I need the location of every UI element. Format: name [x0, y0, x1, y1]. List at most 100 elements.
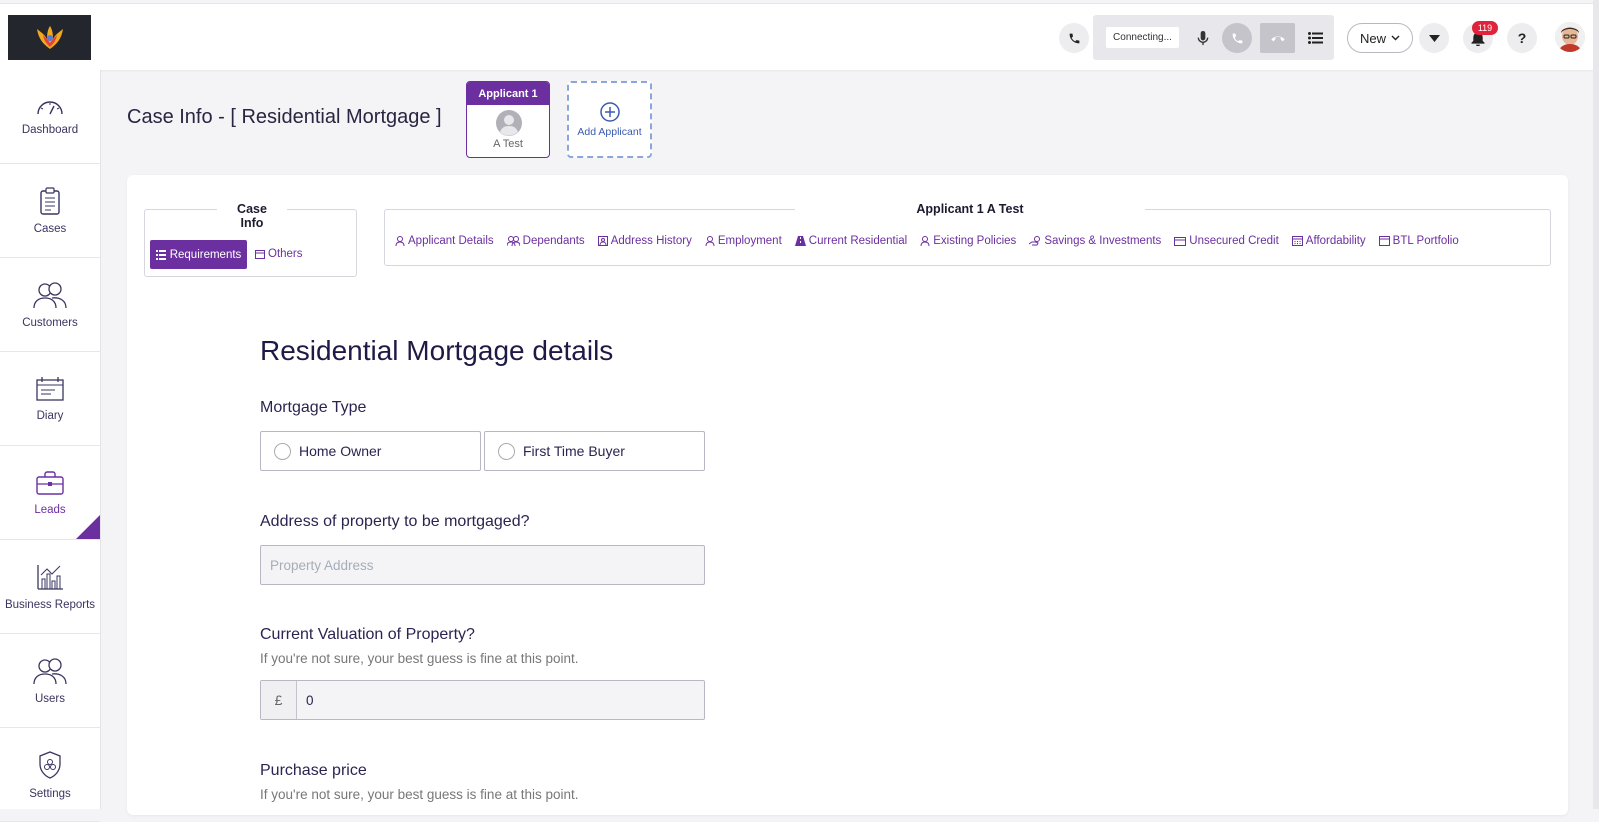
valuation-value: 0: [306, 692, 314, 708]
sidebar-item-label: Cases: [33, 222, 67, 235]
applicant-name: A Test: [493, 138, 523, 150]
tab-dependants[interactable]: Dependants: [506, 235, 585, 247]
coins-hand-icon: [1029, 236, 1041, 246]
tab-requirements-label: Requirements: [169, 248, 242, 261]
tab-existing-policies[interactable]: Existing Policies: [920, 235, 1016, 247]
case-info-legend: Case Info: [217, 202, 287, 230]
sidebar-item-label: Settings: [29, 787, 71, 800]
tab-label: Address History: [610, 235, 692, 247]
tab-requirements[interactable]: Requirements: [150, 240, 247, 269]
tab-label: BTL Portfolio: [1392, 235, 1459, 247]
sidebar-item-customers[interactable]: Customers: [0, 258, 100, 352]
tab-address-history[interactable]: Address History: [597, 235, 692, 247]
case-info-legend-line1: Case: [237, 202, 267, 216]
sidebar-item-dashboard[interactable]: Dashboard: [0, 70, 100, 164]
microphone-icon: [1197, 30, 1209, 45]
help-button[interactable]: ?: [1507, 23, 1537, 53]
list-icon: [1307, 32, 1323, 44]
option-first-time-buyer[interactable]: First Time Buyer: [484, 431, 705, 471]
add-applicant-label: Add Applicant: [577, 125, 642, 138]
diary-icon: [36, 376, 64, 401]
add-applicant-button[interactable]: Add Applicant: [567, 81, 652, 158]
page-scrollbar[interactable]: [1593, 0, 1599, 809]
applicant-card[interactable]: Applicant 1 A Test: [466, 81, 550, 158]
new-dropdown-button[interactable]: New: [1347, 23, 1413, 53]
address-card-icon: [597, 236, 608, 246]
tab-label: Dependants: [522, 235, 585, 247]
address-label: Address of property to be mortgaged?: [260, 513, 530, 530]
option-label: First Time Buyer: [523, 443, 625, 459]
radio-circle[interactable]: [498, 442, 515, 460]
list-icon: [155, 249, 166, 260]
sidebar-item-label: Users: [34, 692, 66, 705]
chevron-down-icon: [1391, 35, 1400, 41]
radio-circle[interactable]: [274, 442, 291, 460]
sidebar-item-label: Leads: [34, 503, 66, 516]
folder-icon: [255, 249, 265, 259]
applicant-card-header: Applicant 1: [467, 82, 549, 105]
property-address-placeholder: Property Address: [270, 557, 374, 573]
sidebar-item-diary[interactable]: Diary: [0, 352, 100, 446]
phone-button[interactable]: [1059, 23, 1089, 53]
tab-current-residential[interactable]: Current Residential: [794, 235, 908, 247]
tab-btl-portfolio[interactable]: BTL Portfolio: [1378, 235, 1459, 247]
answer-call-button[interactable]: [1222, 23, 1252, 53]
tab-affordability[interactable]: Affordability: [1291, 235, 1366, 247]
tab-label: Applicant Details: [408, 235, 494, 247]
user-placeholder-icon: [496, 110, 522, 136]
tab-label: Existing Policies: [933, 235, 1017, 247]
sidebar-item-users[interactable]: Users: [0, 634, 100, 728]
sidebar: Dashboard Cases Customers Diary Leads Bu…: [0, 70, 101, 822]
tab-label: Employment: [717, 235, 782, 247]
call-status: Connecting...: [1106, 27, 1179, 48]
tab-employment[interactable]: Employment: [705, 235, 782, 247]
new-button-label: New: [1359, 30, 1386, 46]
applicant-section-group: Applicant 1 A Test Applicant Details Dep…: [384, 202, 1551, 266]
tab-savings-investments[interactable]: Savings & Investments: [1029, 235, 1161, 247]
form-title: Residential Mortgage details: [260, 335, 614, 366]
sidebar-item-cases[interactable]: Cases: [0, 164, 100, 258]
phoenix-logo-icon: [36, 25, 63, 49]
option-home-owner[interactable]: Home Owner: [260, 431, 481, 471]
hangup-icon: [1270, 36, 1285, 42]
calculator-icon: [1291, 236, 1303, 246]
tab-label: Affordability: [1305, 235, 1366, 247]
hangup-button[interactable]: [1260, 23, 1295, 53]
property-address-input[interactable]: Property Address: [260, 545, 705, 585]
call-list-button[interactable]: [1300, 23, 1330, 53]
case-info-legend-line2: Info: [240, 216, 264, 230]
tab-label: Current Residential: [808, 235, 908, 247]
plus-circle-icon: [599, 101, 620, 122]
purchase-price-label: Purchase price: [260, 762, 367, 779]
app-logo[interactable]: [8, 15, 91, 60]
sidebar-item-settings[interactable]: Settings: [0, 728, 100, 822]
user-avatar[interactable]: [1555, 22, 1585, 52]
mute-button[interactable]: [1188, 23, 1218, 53]
road-icon: [794, 236, 806, 246]
more-dropdown-button[interactable]: [1419, 23, 1449, 53]
person-icon: [920, 236, 930, 246]
valuation-label: Current Valuation of Property?: [260, 626, 475, 643]
tab-others-label: Others: [268, 248, 303, 260]
tab-others[interactable]: Others: [255, 248, 303, 260]
clipboard-icon: [40, 186, 60, 215]
credit-card-icon: [1174, 236, 1187, 246]
case-info-group: Case Info Requirements Others: [144, 202, 357, 277]
tab-unsecured-credit[interactable]: Unsecured Credit: [1174, 235, 1279, 247]
sidebar-item-leads[interactable]: Leads: [0, 446, 100, 540]
question-mark-icon: ?: [1517, 30, 1527, 46]
valuation-input[interactable]: £ 0: [260, 680, 705, 720]
sidebar-item-label: Business Reports: [4, 598, 96, 611]
users-icon: [33, 657, 67, 684]
sidebar-item-label: Diary: [36, 409, 64, 422]
applicant-tabs: Applicant Details Dependants Address His…: [395, 235, 1459, 247]
phone-icon: [1069, 33, 1079, 43]
family-icon: [506, 236, 520, 246]
phone-icon: [1232, 33, 1242, 43]
shield-gear-icon: [39, 750, 61, 779]
sidebar-item-label: Customers: [22, 316, 78, 329]
sidebar-item-business-reports[interactable]: Business Reports: [0, 540, 100, 634]
dashboard-icon: [37, 100, 63, 114]
tab-applicant-details[interactable]: Applicant Details: [395, 235, 494, 247]
mortgage-type-label: Mortgage Type: [260, 399, 367, 416]
